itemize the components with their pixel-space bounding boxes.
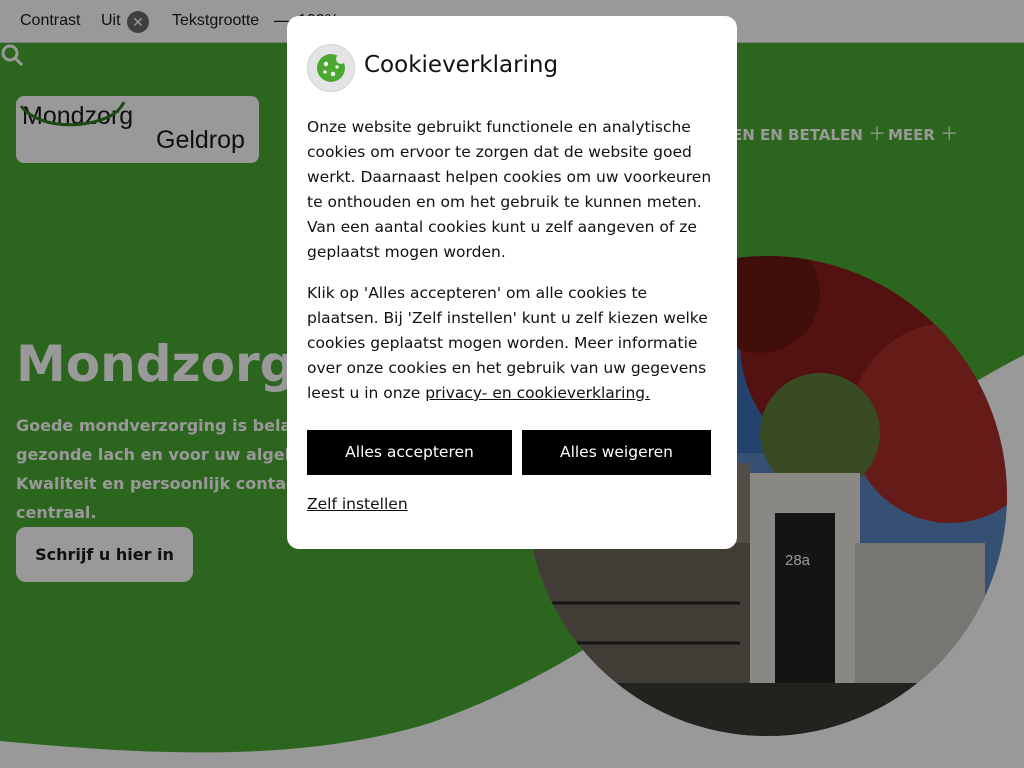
cookie-icon (307, 44, 355, 92)
accept-all-button[interactable]: Alles accepteren (307, 430, 512, 475)
cookie-dialog-title: Cookieverklaring (364, 52, 559, 78)
reject-all-button[interactable]: Alles weigeren (522, 430, 711, 475)
custom-settings-link[interactable]: Zelf instellen (307, 495, 408, 513)
privacy-policy-link[interactable]: privacy- en cookieverklaring. (425, 384, 650, 402)
cookie-paragraph-1: Onze website gebruikt functionele en ana… (307, 118, 712, 261)
cookie-paragraph-2: Klik op 'Alles accepteren' om alle cooki… (307, 281, 719, 406)
cookie-dialog: Cookieverklaring Onze website gebruikt f… (287, 16, 737, 549)
